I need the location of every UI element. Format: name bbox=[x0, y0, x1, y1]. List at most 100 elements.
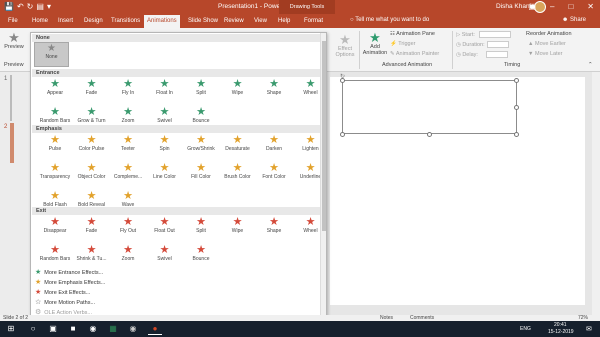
animation-entrance-item[interactable]: ★ Float In bbox=[146, 79, 184, 99]
animation-emphasis-item[interactable]: ★ Fill Color bbox=[182, 163, 220, 183]
animation-emphasis-item[interactable]: ★ Object Color bbox=[73, 163, 111, 183]
move-later-button[interactable]: ▼ Move Later bbox=[528, 51, 563, 57]
ribbon-display-icon[interactable]: ▣ bbox=[528, 1, 536, 13]
undo-icon[interactable]: ↶ bbox=[17, 2, 24, 12]
animation-entrance-item[interactable]: ★ Grow & Turn bbox=[73, 107, 111, 127]
tell-me-search[interactable]: ○ Tell me what you want to do bbox=[350, 17, 429, 23]
animation-exit-item[interactable]: ★ Float Out bbox=[146, 217, 184, 237]
tab-slide-show[interactable]: Slide Show bbox=[188, 16, 218, 26]
animation-entrance-item[interactable]: ★ Wipe bbox=[219, 79, 257, 99]
slide-thumbnail-1[interactable] bbox=[10, 75, 12, 121]
minimize-icon[interactable]: – bbox=[550, 1, 554, 13]
animation-emphasis-item[interactable]: ★ Darken bbox=[255, 135, 293, 155]
customize-qat-icon[interactable]: ▾ bbox=[47, 2, 51, 12]
tray-language[interactable]: ENG bbox=[520, 326, 531, 332]
tray-time[interactable]: 20:41 bbox=[554, 322, 567, 328]
trigger-button[interactable]: ⚡ Trigger bbox=[390, 41, 416, 47]
animation-painter-button[interactable]: ✎ Animation Painter bbox=[390, 51, 439, 57]
close-icon[interactable]: ✕ bbox=[587, 1, 594, 13]
animation-emphasis-item[interactable]: ★ Spin bbox=[146, 135, 184, 155]
resize-handle[interactable] bbox=[514, 132, 519, 137]
effect-options-button[interactable]: ★ Effect Options bbox=[334, 33, 356, 58]
animation-emphasis-item[interactable]: ★ Pulse bbox=[36, 135, 74, 155]
animation-emphasis-item[interactable]: ★ Desaturate bbox=[219, 135, 257, 155]
animation-emphasis-item[interactable]: ★ Compleme... bbox=[109, 163, 147, 183]
share-button[interactable]: ☻ Share bbox=[562, 17, 586, 23]
vertical-scrollbar[interactable] bbox=[592, 72, 600, 315]
start-dropdown[interactable]: ▷ Start: bbox=[456, 31, 511, 38]
animation-entrance-item[interactable]: ★ Swivel bbox=[146, 107, 184, 127]
more-motion-paths[interactable]: ☆ More Motion Paths... bbox=[35, 298, 95, 306]
tray-date[interactable]: 15-12-2019 bbox=[548, 329, 574, 335]
resize-handle[interactable] bbox=[514, 105, 519, 110]
tab-view[interactable]: View bbox=[254, 16, 267, 26]
animation-emphasis-item[interactable]: ★ Brush Color bbox=[219, 163, 257, 183]
start-from-beginning-icon[interactable]: ▤ bbox=[36, 2, 44, 12]
animation-exit-item[interactable]: ★ Fly Out bbox=[109, 217, 147, 237]
animation-entrance-item[interactable]: ★ Zoom bbox=[109, 107, 147, 127]
app-icon[interactable]: ◉ bbox=[126, 323, 140, 335]
animation-exit-item[interactable]: ★ Split bbox=[182, 217, 220, 237]
more-entrance-effects[interactable]: ★ More Entrance Effects... bbox=[35, 268, 103, 276]
animation-emphasis-item[interactable]: ★ Font Color bbox=[255, 163, 293, 183]
animation-emphasis-item[interactable]: ★ Grow/Shrink bbox=[182, 135, 220, 155]
slide-thumbnail-2[interactable] bbox=[10, 123, 14, 163]
tab-animations[interactable]: Animations bbox=[144, 15, 180, 28]
more-emphasis-effects[interactable]: ★ More Emphasis Effects... bbox=[35, 278, 105, 286]
browser-icon[interactable]: ◉ bbox=[86, 323, 100, 335]
tab-insert[interactable]: Insert bbox=[58, 16, 73, 26]
powerpoint-icon[interactable]: ● bbox=[148, 323, 162, 335]
scrollbar-thumb[interactable] bbox=[322, 41, 326, 231]
animation-emphasis-item[interactable]: ★ Line Color bbox=[146, 163, 184, 183]
redo-icon[interactable]: ↻ bbox=[27, 2, 34, 12]
animation-emphasis-item[interactable]: ★ Transparency bbox=[36, 163, 74, 183]
animation-exit-item[interactable]: ★ Swivel bbox=[146, 245, 184, 265]
animation-emphasis-item[interactable]: ★ Teeter bbox=[109, 135, 147, 155]
tab-home[interactable]: Home bbox=[32, 16, 48, 26]
animation-entrance-item[interactable]: ★ Random Bars bbox=[36, 107, 74, 127]
delay-field[interactable]: ◷ Delay: bbox=[456, 51, 508, 58]
excel-icon[interactable]: ▦ bbox=[106, 323, 120, 335]
tab-file[interactable]: File bbox=[8, 16, 18, 26]
animation-emphasis-item[interactable]: ★ Color Pulse bbox=[73, 135, 111, 155]
animation-exit-item[interactable]: ★ Fade bbox=[73, 217, 111, 237]
animation-entrance-item[interactable]: ★ Fade bbox=[73, 79, 111, 99]
tab-review[interactable]: Review bbox=[224, 16, 244, 26]
windows-start-icon[interactable]: ⊞ bbox=[4, 323, 18, 335]
animation-none[interactable]: ★ None bbox=[34, 42, 69, 67]
animation-entrance-item[interactable]: ★ Shape bbox=[255, 79, 293, 99]
add-animation-button[interactable]: ★ Add Animation bbox=[362, 31, 388, 56]
tab-format[interactable]: Format bbox=[304, 16, 323, 26]
tab-design[interactable]: Design bbox=[84, 16, 103, 26]
animation-exit-item[interactable]: ★ Shape bbox=[255, 217, 293, 237]
notifications-icon[interactable]: ✉ bbox=[586, 325, 592, 333]
task-view-icon[interactable]: ▣ bbox=[46, 323, 60, 335]
gallery-scrollbar[interactable] bbox=[320, 33, 326, 324]
tab-transitions[interactable]: Transitions bbox=[111, 16, 140, 26]
collapse-ribbon-icon[interactable]: ⌃ bbox=[588, 62, 593, 68]
rotate-handle-icon[interactable]: ↻ bbox=[340, 73, 345, 80]
save-icon[interactable]: 💾 bbox=[4, 2, 14, 12]
maximize-icon[interactable]: □ bbox=[568, 1, 573, 13]
animation-entrance-item[interactable]: ★ Split bbox=[182, 79, 220, 99]
tab-help[interactable]: Help bbox=[278, 16, 290, 26]
animation-exit-item[interactable]: ★ Bounce bbox=[182, 245, 220, 265]
animation-entrance-item[interactable]: ★ Appear bbox=[36, 79, 74, 99]
animation-exit-item[interactable]: ★ Shrink & Tu... bbox=[73, 245, 111, 265]
explorer-icon[interactable]: ■ bbox=[66, 323, 80, 335]
animation-exit-item[interactable]: ★ Random Bars bbox=[36, 245, 74, 265]
duration-field[interactable]: ◷ Duration: bbox=[456, 41, 509, 48]
resize-handle[interactable] bbox=[340, 132, 345, 137]
text-placeholder[interactable] bbox=[342, 80, 517, 134]
move-earlier-button[interactable]: ▲ Move Earlier bbox=[528, 41, 566, 47]
search-icon[interactable]: ○ bbox=[26, 323, 40, 335]
resize-handle[interactable] bbox=[427, 132, 432, 137]
animation-entrance-item[interactable]: ★ Fly In bbox=[109, 79, 147, 99]
animation-exit-item[interactable]: ★ Wipe bbox=[219, 217, 257, 237]
animation-entrance-item[interactable]: ★ Bounce bbox=[182, 107, 220, 127]
animation-exit-item[interactable]: ★ Disappear bbox=[36, 217, 74, 237]
more-exit-effects[interactable]: ★ More Exit Effects... bbox=[35, 288, 90, 296]
resize-handle[interactable] bbox=[514, 78, 519, 83]
animation-exit-item[interactable]: ★ Zoom bbox=[109, 245, 147, 265]
preview-button[interactable]: ★ Preview bbox=[4, 31, 24, 50]
